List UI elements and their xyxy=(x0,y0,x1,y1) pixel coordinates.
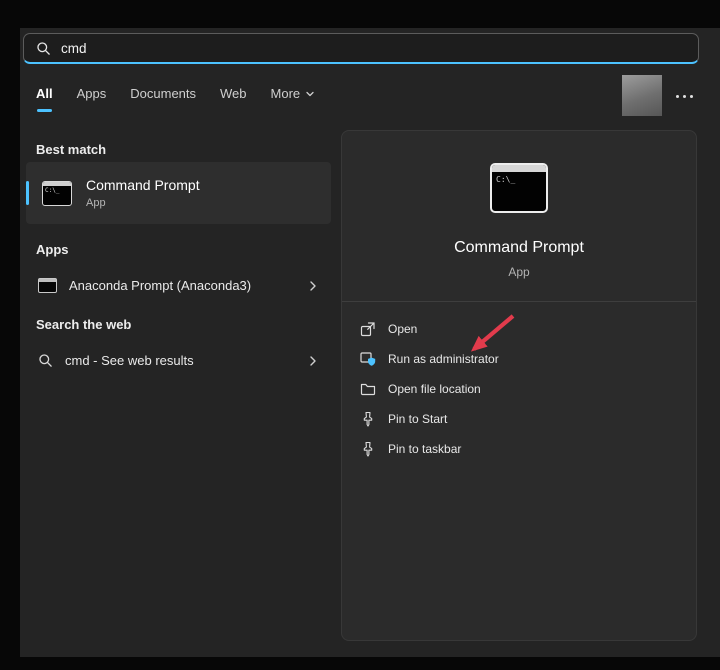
tab-more[interactable]: More xyxy=(271,86,316,112)
tab-label: All xyxy=(36,86,53,101)
action-pin-to-taskbar[interactable]: Pin to taskbar xyxy=(342,434,696,464)
tab-label: Apps xyxy=(77,86,107,101)
red-arrow-annotation xyxy=(456,311,520,365)
chevron-right-icon xyxy=(307,280,319,292)
avatar[interactable] xyxy=(622,75,662,116)
action-label: Open xyxy=(388,322,417,336)
command-prompt-icon-large: C:\_ xyxy=(490,163,548,213)
tab-label: Documents xyxy=(130,86,196,101)
pin-icon xyxy=(360,441,376,457)
tab-label: More xyxy=(271,86,301,101)
tab-documents[interactable]: Documents xyxy=(130,86,196,112)
start-search-panel: All Apps Documents Web More Best match C… xyxy=(20,28,720,657)
preview-title: Command Prompt xyxy=(342,239,696,257)
selection-indicator xyxy=(26,181,29,205)
chevron-down-icon xyxy=(305,89,315,99)
tab-all[interactable]: All xyxy=(36,86,53,112)
search-icon xyxy=(36,41,51,56)
folder-icon xyxy=(360,381,376,397)
best-match-subtitle: App xyxy=(86,197,200,209)
ellipsis-icon[interactable] xyxy=(671,90,697,102)
action-open-file-location[interactable]: Open file location xyxy=(342,374,696,404)
divider xyxy=(342,301,696,302)
list-item-label: Anaconda Prompt (Anaconda3) xyxy=(69,278,251,293)
action-pin-to-start[interactable]: Pin to Start xyxy=(342,404,696,434)
tab-web[interactable]: Web xyxy=(220,86,247,112)
tab-label: Web xyxy=(220,86,247,101)
run-as-admin-icon xyxy=(360,351,376,367)
action-label: Pin to Start xyxy=(388,412,447,426)
open-icon xyxy=(360,321,376,337)
action-label: Open file location xyxy=(388,382,481,396)
search-input[interactable] xyxy=(61,41,621,56)
search-bar[interactable] xyxy=(23,33,699,64)
search-icon xyxy=(38,353,53,368)
search-the-web-heading: Search the web xyxy=(36,317,131,332)
list-item-label: cmd - See web results xyxy=(65,353,194,368)
pin-icon xyxy=(360,411,376,427)
filter-tabs: All Apps Documents Web More xyxy=(36,86,315,112)
tab-apps[interactable]: Apps xyxy=(77,86,107,112)
list-item-anaconda-prompt[interactable]: Anaconda Prompt (Anaconda3) xyxy=(26,265,331,306)
preview-card: C:\_ Command Prompt App Open Run as admi… xyxy=(341,130,697,641)
preview-subtitle: App xyxy=(342,265,696,279)
list-item-web-results[interactable]: cmd - See web results xyxy=(26,340,331,381)
best-match-title: Command Prompt xyxy=(86,177,200,193)
apps-heading: Apps xyxy=(36,242,69,257)
best-match-item[interactable]: C:\_ Command Prompt App xyxy=(26,162,331,224)
command-prompt-icon: C:\_ xyxy=(42,181,72,206)
anaconda-prompt-icon xyxy=(38,278,57,293)
chevron-right-icon xyxy=(307,355,319,367)
best-match-heading: Best match xyxy=(36,142,106,157)
action-label: Pin to taskbar xyxy=(388,442,461,456)
